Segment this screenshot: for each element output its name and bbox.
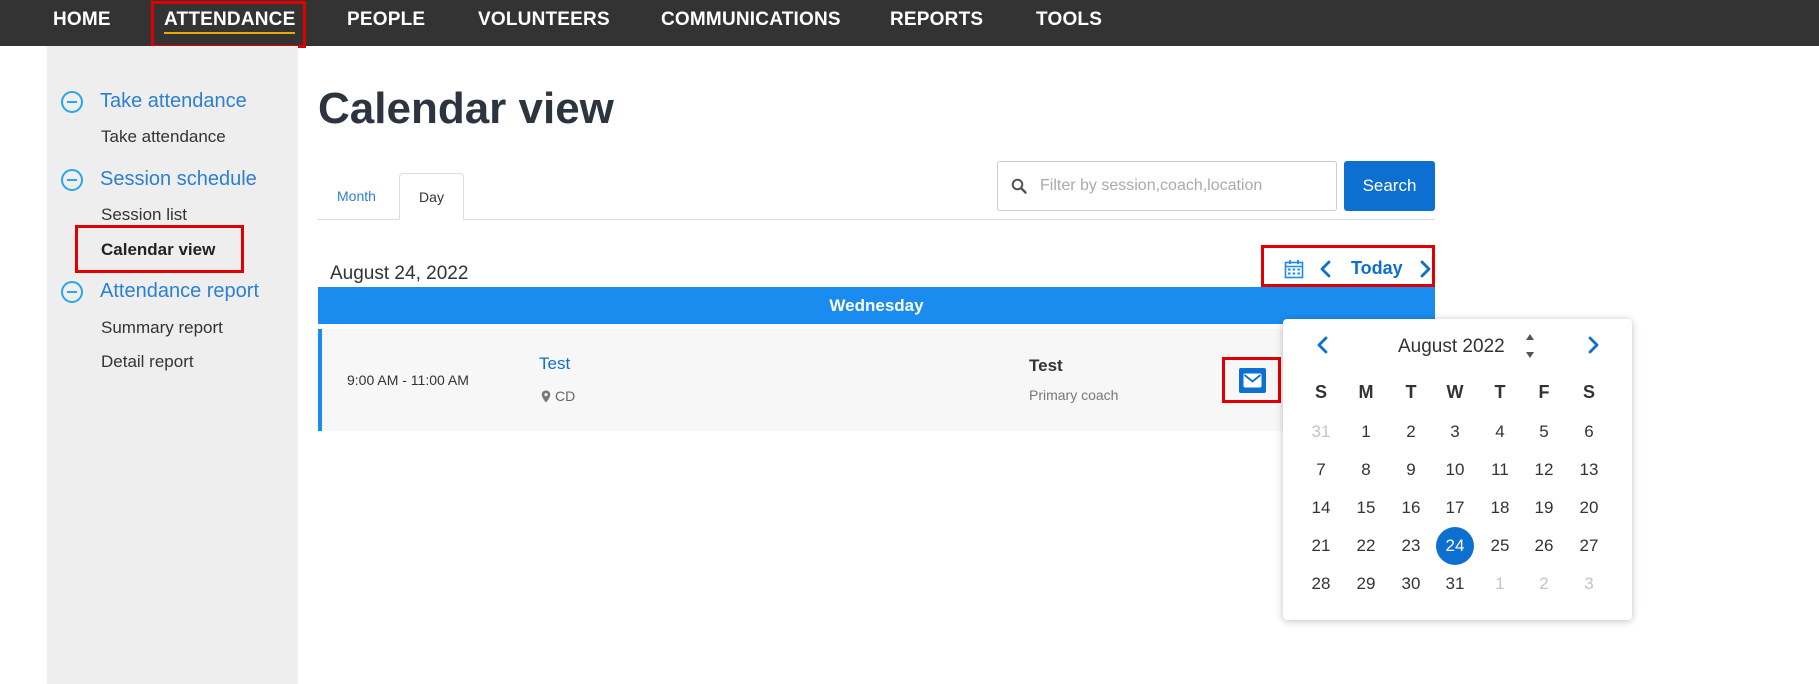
weekday-header: W [1446,382,1464,402]
tabs-divider [318,219,1435,220]
calendar-day[interactable]: 11 [1481,451,1519,489]
tab-day[interactable]: Day [399,173,464,220]
sidebar-item-take-attendance[interactable]: Take attendance [101,127,226,147]
session-row[interactable] [318,329,1338,431]
calendar-day[interactable]: 3 [1436,413,1474,451]
weekday-header: T [1405,382,1417,402]
search-box [997,161,1337,211]
current-date-label: August 24, 2022 [330,263,469,284]
session-location-text: CD [555,388,576,404]
calendar-day[interactable]: 1 [1347,413,1385,451]
calendar-day-outside-month[interactable]: 2 [1525,565,1563,603]
calendar-day[interactable]: 14 [1302,489,1340,527]
calendar-day[interactable]: 15 [1347,489,1385,527]
mail-icon [1243,373,1262,388]
sidebar-item-detail-report[interactable]: Detail report [101,352,194,372]
chevron-right-icon[interactable] [1418,259,1432,279]
calendar-day[interactable]: 12 [1525,451,1563,489]
nav-home[interactable]: HOME [53,0,111,40]
calendar-day[interactable]: 2 [1392,413,1430,451]
email-coach-button[interactable] [1239,368,1266,393]
calendar-day[interactable]: 8 [1347,451,1385,489]
sidebar: Take attendance Take attendance Session … [47,46,298,684]
day-header: Wednesday [318,287,1435,324]
weekday-header: M [1358,382,1374,402]
sidebar-group-session-schedule[interactable]: Session schedule [61,168,257,191]
calendar-day[interactable]: 13 [1570,451,1608,489]
calendar-day[interactable]: 5 [1525,413,1563,451]
sidebar-group-label[interactable]: Take attendance [100,90,247,113]
date-picker-popup: August 2022 S M T W T F S 31 1 2 3 4 5 6 7 8 9 10 11 12 13 14… [1283,319,1632,620]
search-button[interactable]: Search [1344,161,1435,211]
sidebar-group-take-attendance[interactable]: Take attendance [61,90,247,113]
nav-attendance[interactable]: ATTENDANCE [164,0,296,40]
weekday-header: S [1314,382,1327,402]
nav-tools[interactable]: TOOLS [1036,0,1102,40]
top-nav: HOME ATTENDANCE PEOPLE VOLUNTEERS COMMUN… [0,0,1819,46]
calendar-day[interactable]: 9 [1392,451,1430,489]
calendar-day-outside-month[interactable]: 31 [1302,413,1340,451]
calendar-day[interactable]: 25 [1481,527,1519,565]
calendar-day[interactable]: 16 [1392,489,1430,527]
session-name-link[interactable]: Test [539,354,570,374]
calendar-day[interactable]: 30 [1392,565,1430,603]
today-button[interactable]: Today [1351,258,1403,279]
sidebar-item-calendar-view[interactable]: Calendar view [101,240,215,260]
collapse-minus-icon[interactable] [61,280,83,303]
calendar-icon[interactable] [1284,259,1304,279]
weekday-header: F [1538,382,1550,402]
calendar-day[interactable]: 28 [1302,565,1340,603]
sidebar-group-label[interactable]: Attendance report [100,280,259,303]
collapse-minus-icon[interactable] [61,168,83,191]
nav-volunteers[interactable]: VOLUNTEERS [478,0,610,40]
year-spinner-icon[interactable] [1524,331,1536,361]
calendar-day[interactable]: 6 [1570,413,1608,451]
calendar-day[interactable]: 23 [1392,527,1430,565]
calendar-day[interactable]: 18 [1481,489,1519,527]
calendar-day[interactable]: 17 [1436,489,1474,527]
chevron-right-icon[interactable] [1586,335,1600,355]
nav-people[interactable]: PEOPLE [347,0,425,40]
calendar-day[interactable]: 10 [1436,451,1474,489]
calendar-day[interactable]: 7 [1302,451,1340,489]
date-navigation: Today [1284,258,1432,279]
map-pin-icon [541,390,551,402]
calendar-day[interactable]: 19 [1525,489,1563,527]
calendar-day-outside-month[interactable]: 1 [1481,565,1519,603]
calendar-day[interactable]: 29 [1347,565,1385,603]
chevron-left-icon[interactable] [1319,259,1333,279]
sidebar-group-attendance-report[interactable]: Attendance report [61,280,259,303]
sidebar-item-session-list[interactable]: Session list [101,205,187,225]
calendar-day[interactable]: 4 [1481,413,1519,451]
weekday-header: S [1582,382,1595,402]
calendar-day[interactable]: 31 [1436,565,1474,603]
nav-communications[interactable]: COMMUNICATIONS [661,0,841,40]
tab-month[interactable]: Month [337,188,376,204]
coach-role: Primary coach [1029,387,1119,403]
calendar-day-outside-month[interactable]: 3 [1570,565,1608,603]
session-time: 9:00 AM - 11:00 AM [347,372,469,388]
sidebar-item-summary-report[interactable]: Summary report [101,318,223,338]
date-picker-month-title[interactable]: August 2022 [1398,336,1505,358]
calendar-day[interactable]: 26 [1525,527,1563,565]
weekday-header: T [1494,382,1506,402]
search-input[interactable] [1040,162,1330,210]
nav-reports[interactable]: REPORTS [890,0,983,40]
calendar-day[interactable]: 21 [1302,527,1340,565]
collapse-minus-icon[interactable] [61,90,83,113]
calendar-day-selected[interactable]: 24 [1436,527,1474,565]
calendar-day[interactable]: 20 [1570,489,1608,527]
sidebar-group-label[interactable]: Session schedule [100,168,257,191]
page-title: Calendar view [318,84,614,133]
session-location: CD [541,388,575,404]
search-icon [1011,178,1027,194]
calendar-day[interactable]: 22 [1347,527,1385,565]
coach-name: Test [1029,356,1063,375]
calendar-day[interactable]: 27 [1570,527,1608,565]
chevron-left-icon[interactable] [1316,335,1330,355]
